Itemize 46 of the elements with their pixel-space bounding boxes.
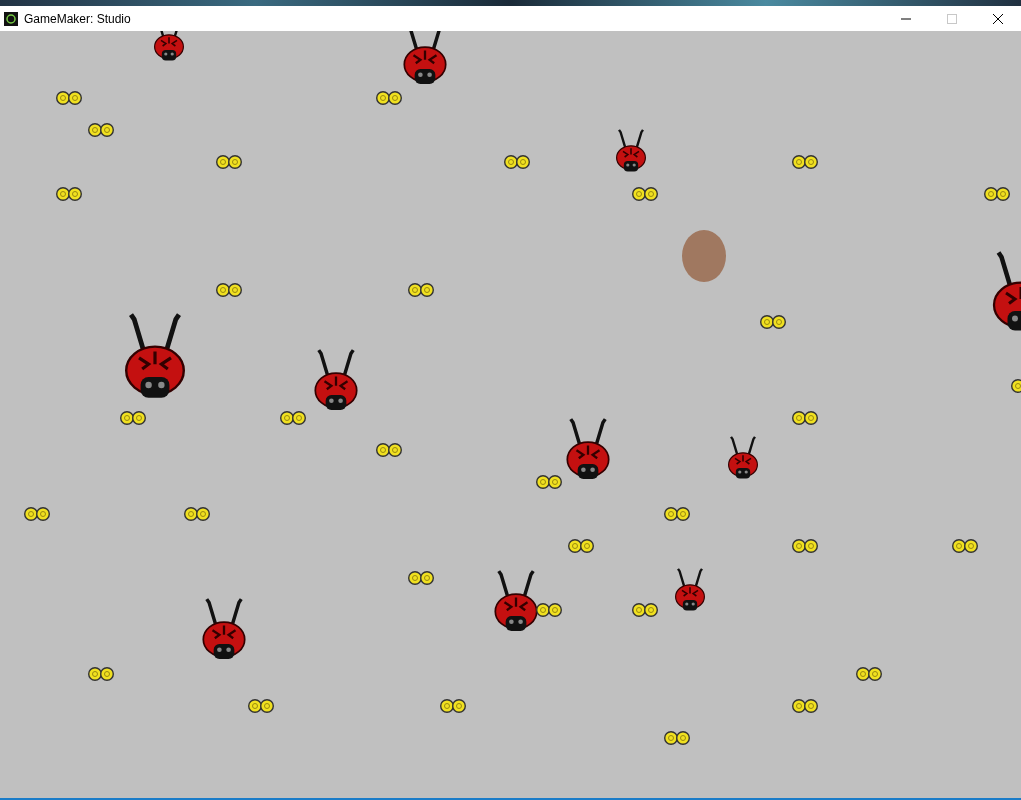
app-icon [4, 11, 18, 26]
coin-pair-sprite [632, 186, 658, 202]
coin-pair-sprite [504, 154, 530, 170]
coin-pair-sprite [536, 474, 562, 490]
ladybug-sprite [153, 31, 185, 62]
coin-pair-sprite [376, 90, 402, 106]
coin-pair-sprite [376, 442, 402, 458]
coin-pair-sprite [280, 410, 306, 426]
coin-pair-sprite [56, 90, 82, 106]
coin-pair-sprite [568, 538, 594, 554]
coin-pair-sprite [408, 282, 434, 298]
coin-pair-sprite [664, 506, 690, 522]
coin-pair-sprite [952, 538, 978, 554]
ladybug-sprite [615, 129, 647, 173]
coin-pair-sprite [408, 570, 434, 586]
coin-pair-sprite [440, 698, 466, 714]
coin-pair-sprite [792, 410, 818, 426]
coin-pair-sprite [856, 666, 882, 682]
coin-pair-sprite [792, 698, 818, 714]
ladybug-sprite [493, 569, 539, 632]
coin-pair-sprite [248, 698, 274, 714]
window-title: GameMaker: Studio [24, 11, 132, 26]
coin-pair-sprite [56, 186, 82, 202]
coin-pair-sprite [120, 410, 146, 426]
coin-pair-sprite [88, 666, 114, 682]
ladybug-sprite [565, 417, 611, 480]
coin-pair-sprite [24, 506, 50, 522]
ladybug-sprite [674, 568, 706, 612]
coin-pair-sprite [760, 314, 786, 330]
close-icon [993, 13, 1003, 24]
coin-pair-sprite [632, 602, 658, 618]
ladybug-sprite [201, 597, 247, 660]
square-icon [947, 13, 957, 24]
coin-pair-sprite [664, 730, 690, 746]
ladybug-sprite [402, 31, 448, 85]
ladybug-sprite [727, 436, 759, 480]
coin-pair-sprite [984, 186, 1010, 202]
coin-pair-sprite [184, 506, 210, 522]
coin-pair-sprite [88, 122, 114, 138]
ladybug-sprite [313, 348, 359, 411]
coin-pair-sprite [536, 602, 562, 618]
coin-pair-sprite [792, 154, 818, 170]
coin-pair-sprite [216, 282, 242, 298]
coin-pair-sprite [792, 538, 818, 554]
coin-pair-sprite [216, 154, 242, 170]
player-photo-placeholder [682, 230, 726, 282]
